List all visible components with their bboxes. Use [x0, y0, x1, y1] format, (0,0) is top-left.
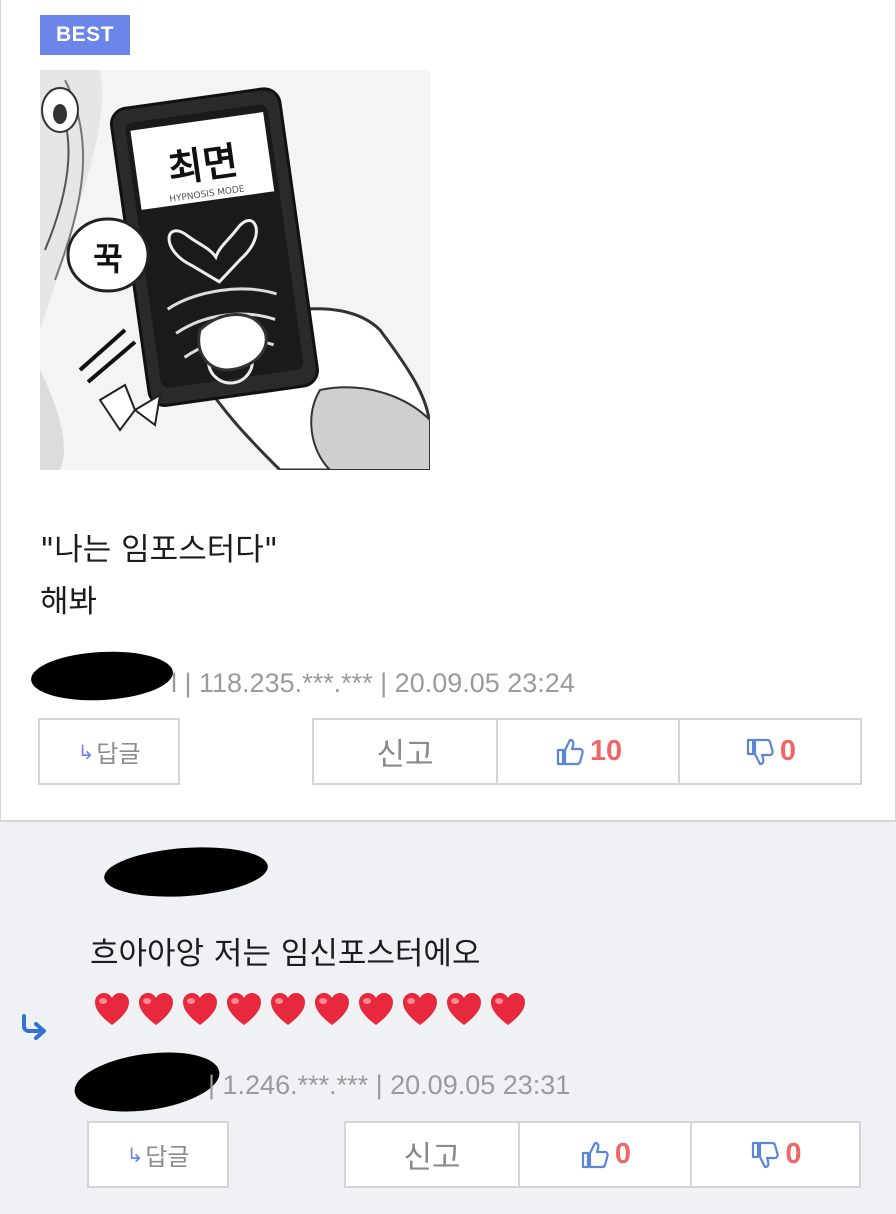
dislike-count: 0	[779, 735, 797, 767]
heart-icon	[183, 993, 217, 1025]
dislike-count: 0	[785, 1138, 802, 1170]
comment-body: 흐아아앙 저는 임신포스터에오	[90, 928, 480, 980]
comment-meta: l | 118.235.***.*** | 20.09.05 23:24	[171, 668, 575, 698]
heart-icon	[139, 993, 173, 1025]
heart-icon	[403, 993, 437, 1025]
heart-icon	[95, 993, 129, 1025]
heart-icon	[227, 993, 261, 1025]
comment-image[interactable]: 최면 HYPNOSIS MODE 꾹	[40, 70, 430, 470]
reply-indicator-icon	[22, 1014, 46, 1040]
comment-line: "나는 임포스터다"	[40, 532, 279, 568]
heart-icon	[315, 993, 349, 1025]
like-count: 0	[614, 1138, 632, 1170]
like-button[interactable]: 0	[518, 1121, 692, 1188]
heart-icon	[271, 993, 305, 1025]
reply-button[interactable]: ↳ 답글	[38, 718, 180, 785]
reply-arrow-icon: ↳	[77, 739, 95, 764]
report-button[interactable]: 신고	[312, 718, 498, 785]
reply-arrow-icon: ↳	[126, 1142, 144, 1167]
image-bubble-text: 꾹	[93, 240, 122, 278]
reply-button[interactable]: ↳ 답글	[87, 1121, 229, 1188]
heart-icon	[491, 993, 525, 1025]
reply-label: 답글	[96, 740, 141, 768]
report-label: 신고	[403, 1140, 461, 1176]
redacted-username	[29, 648, 175, 704]
comment-meta: | 1.246.***.*** | 20.09.05 23:31	[208, 1070, 571, 1100]
best-badge: BEST	[40, 15, 130, 55]
thumbs-down-icon	[752, 1141, 780, 1168]
dislike-button[interactable]: 0	[690, 1121, 861, 1188]
comment-line: 흐아아앙 저는 임신포스터에오	[90, 936, 481, 972]
report-label: 신고	[376, 737, 434, 773]
thumbs-up-icon	[556, 738, 584, 765]
comment-line: 해봐	[40, 584, 98, 620]
comment-body: "나는 임포스터다" 해봐	[40, 524, 278, 628]
heart-icon	[447, 993, 481, 1025]
heart-icon	[359, 993, 393, 1025]
dislike-button[interactable]: 0	[678, 718, 862, 785]
thumbs-up-icon	[581, 1141, 609, 1168]
heart-emoji-row	[92, 990, 528, 1030]
report-button[interactable]: 신고	[344, 1121, 520, 1188]
thumbs-down-icon	[746, 738, 774, 765]
like-button[interactable]: 10	[496, 718, 680, 785]
like-count: 10	[589, 735, 623, 767]
best-comment: BEST 최면 HYPNOSIS MODE 꾹 "나는 임포스터다" 해봐 l …	[0, 0, 896, 820]
reply-label: 답글	[145, 1143, 190, 1171]
